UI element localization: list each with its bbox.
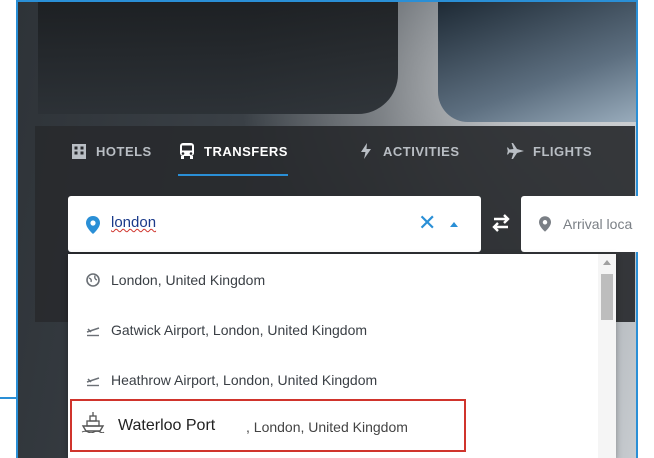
globe-icon	[86, 273, 100, 287]
suggestion-label: Gatwick Airport, London, United Kingdom	[111, 322, 368, 338]
arrival-location-field[interactable]: Arrival loca	[521, 196, 651, 252]
clear-icon[interactable]: ✕	[418, 212, 436, 234]
swap-direction-icon[interactable]	[488, 210, 514, 236]
tab-transfers-label: TRANSFERS	[204, 143, 288, 159]
search-input-value[interactable]: london	[111, 214, 156, 231]
frame-edge-line	[0, 397, 16, 399]
ship-icon	[81, 412, 105, 433]
scrollbar-thumb[interactable]	[601, 274, 613, 320]
tab-hotels-label: HOTELS	[96, 143, 152, 159]
plane-icon	[507, 143, 524, 159]
suggestion-item[interactable]: Gatwick Airport, London, United Kingdom	[68, 306, 598, 354]
arrival-placeholder: Arrival loca	[563, 216, 633, 232]
vehicle-window	[38, 2, 398, 114]
airplane-takeoff-icon	[86, 377, 100, 387]
location-pin-icon	[86, 216, 100, 234]
tab-bar: HOTELS TRANSFERS ACTIVITIES FLIGHTS	[35, 126, 635, 176]
dropdown-scrollbar[interactable]	[598, 254, 616, 458]
suggestion-item[interactable]: London, United Kingdom	[68, 256, 598, 304]
suggestion-label: London, United Kingdom	[111, 272, 266, 288]
suggestion-label: Heathrow Airport, London, United Kingdom	[111, 372, 378, 388]
tab-activities[interactable]: ACTIVITIES	[357, 126, 460, 176]
suggestion-name: Waterloo Port	[118, 417, 216, 434]
bus-icon	[180, 143, 194, 159]
suggestion-item-highlighted[interactable]: Waterloo Port , London, United Kingdom	[70, 399, 466, 452]
tab-activities-label: ACTIVITIES	[383, 143, 460, 159]
suggestion-item[interactable]: Heathrow Airport, London, United Kingdom	[68, 356, 598, 404]
suggestion-location: , London, United Kingdom	[246, 419, 408, 435]
departure-search-field[interactable]: london ✕	[68, 196, 481, 252]
collapse-caret-icon[interactable]	[450, 222, 458, 227]
tab-flights[interactable]: FLIGHTS	[507, 126, 592, 176]
tab-hotels[interactable]: HOTELS	[70, 126, 152, 176]
vehicle-window-reflection	[438, 2, 636, 122]
bolt-icon	[361, 143, 371, 159]
tab-flights-label: FLIGHTS	[533, 143, 593, 159]
scroll-up-icon[interactable]	[603, 260, 611, 265]
location-pin-icon	[539, 216, 551, 232]
airplane-takeoff-icon	[86, 327, 100, 337]
tab-transfers[interactable]: TRANSFERS	[178, 126, 288, 176]
building-icon	[72, 144, 86, 159]
